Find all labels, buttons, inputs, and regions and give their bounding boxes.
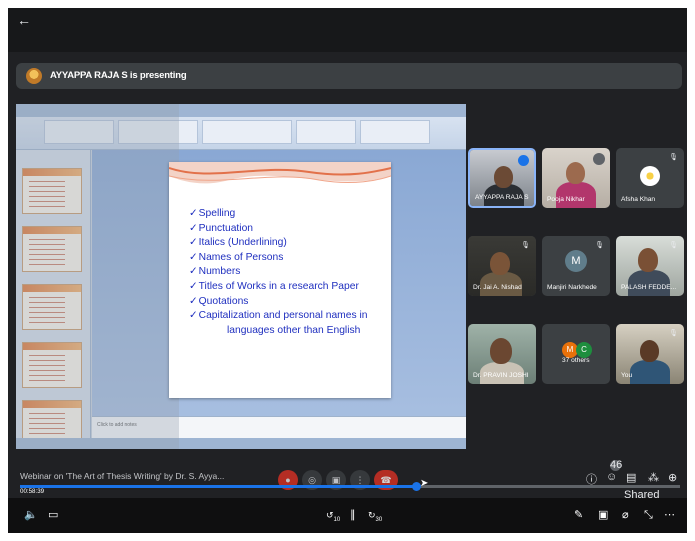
check-icon: ✓ [189,295,198,307]
slide-bullet: ✓Punctuation [189,222,254,234]
check-icon: ✓ [189,208,198,219]
slide-bullet-list: ✓Spelling ✓Punctuation ✓Italics (Underli… [189,207,368,338]
mouse-cursor-icon: ➤ [420,478,429,489]
edit-icon[interactable]: ✎ [574,508,583,522]
progress-bar[interactable] [20,482,680,491]
pause-icon[interactable]: ∥ [350,508,356,522]
progress-fill [20,485,416,488]
slide-bullet: ✓Titles of Works in a research Paper [189,280,359,292]
slide: ✓Spelling ✓Punctuation ✓Italics (Underli… [169,162,391,398]
player-controls: 🔈 ▭ ↺10 ∥ ↻30 ✎ ▣ ⌀ ⤡ ⋯ [8,498,687,533]
people-icon[interactable]: ☺ [606,471,617,483]
check-icon: ✓ [189,237,198,249]
check-icon: ✓ [189,251,198,263]
volume-icon[interactable]: 🔈 [24,508,38,522]
participant-name: PALASH FEDDE... [621,284,677,291]
rewind-icon[interactable]: ↺10 [326,508,340,527]
shared-screen: Click to add notes ✓Spelling ✓Punctuatio… [16,104,466,449]
participant-tile[interactable]: 🎙 You [616,324,684,384]
ribbon-group [360,120,430,144]
meet-controls: ● ◎ ▣ ⋮ ☎ [278,470,428,492]
participant-name: AYYAPPA RAJA S [475,194,529,201]
back-arrow-icon[interactable]: ← [17,13,31,27]
slide-bullet: ✓Italics (Underlining) [189,237,287,249]
mic-off-icon: 🎙 [595,242,604,249]
participant-name: Dr. Jai A. Nishad [473,284,522,291]
participant-tile[interactable]: M C 37 others [542,324,610,384]
no-audio-icon[interactable]: ⌀ [622,508,629,522]
check-icon: ✓ [189,266,198,278]
more-icon[interactable]: ⋯ [664,508,675,522]
slide-bullet: ✓Names of Persons [189,251,284,263]
participant-tile[interactable]: Pooja Nikhar [542,148,610,208]
participant-count-badge: 46 [610,459,623,471]
slide-bullet: ✓Quotations [189,295,249,307]
mic-off-icon: 🎙 [669,154,678,161]
participant-name: Afsha Khan [621,196,656,203]
overlay-window [16,104,179,449]
video-frame: ← AYYAPPA RAJA S is presenting Click to … [8,8,687,533]
check-icon: ✓ [189,222,198,234]
avatar: M [565,250,587,272]
ribbon-group [202,120,292,144]
participant-name: Dr. PRAVIN JOSHI [473,372,529,379]
forward-icon[interactable]: ↻30 [368,508,382,527]
lock-icon[interactable]: ⊕ [668,471,677,484]
participant-tile[interactable]: 🎙 PALASH FEDDE... [616,236,684,296]
participant-name: You [621,372,633,379]
fullscreen-icon[interactable]: ⤡ [644,508,653,522]
chat-icon[interactable]: ▤ [626,471,636,484]
participant-name: Manjiri Narkhede [547,284,597,291]
participant-tile[interactable]: AYYAPPA RAJA S [468,148,536,208]
participant-tile[interactable]: 🎙 Afsha Khan [616,148,684,208]
others-count: 37 others [562,357,590,364]
slide-bullet: ✓Capitalization and personal names in [189,310,368,322]
participant-tile[interactable]: 🎙 Dr. Jai A. Nishad [468,236,536,296]
participant-name: Pooja Nikhar [547,196,585,203]
speaking-indicator-icon [518,155,529,166]
mic-off-icon: 🎙 [669,242,678,249]
mic-off-icon: 🎙 [521,242,530,249]
caption-icon[interactable]: ▭ [48,508,58,522]
slide-bullet: ✓Numbers [189,266,241,278]
picture-in-picture-icon[interactable]: ▣ [598,508,608,522]
presenting-text: AYYAPPA RAJA S is presenting [50,70,187,81]
presenting-banner: AYYAPPA RAJA S is presenting [16,63,682,89]
activities-icon[interactable]: ⁂ [648,471,659,484]
ribbon-group [296,120,356,144]
presenter-avatar [26,68,42,84]
slide-header-wave [169,162,391,184]
participant-tile[interactable]: Dr. PRAVIN JOSHI [468,324,536,384]
top-bar: ← [8,8,687,52]
participant-tile[interactable]: 🎙 M Manjiri Narkhede [542,236,610,296]
avatar [640,166,660,186]
mic-off-icon: 🎙 [669,330,678,337]
slide-bullet: ✓Spelling [189,208,236,219]
avatar: C [576,342,592,358]
elapsed-time: 00:58:39 [20,488,45,495]
video-title: Webinar on 'The Art of Thesis Writing' b… [20,471,225,481]
mic-off-icon [593,153,605,165]
check-icon: ✓ [189,310,198,322]
slide-bullet-continuation: languages other than English [227,324,361,336]
check-icon: ✓ [189,280,198,292]
